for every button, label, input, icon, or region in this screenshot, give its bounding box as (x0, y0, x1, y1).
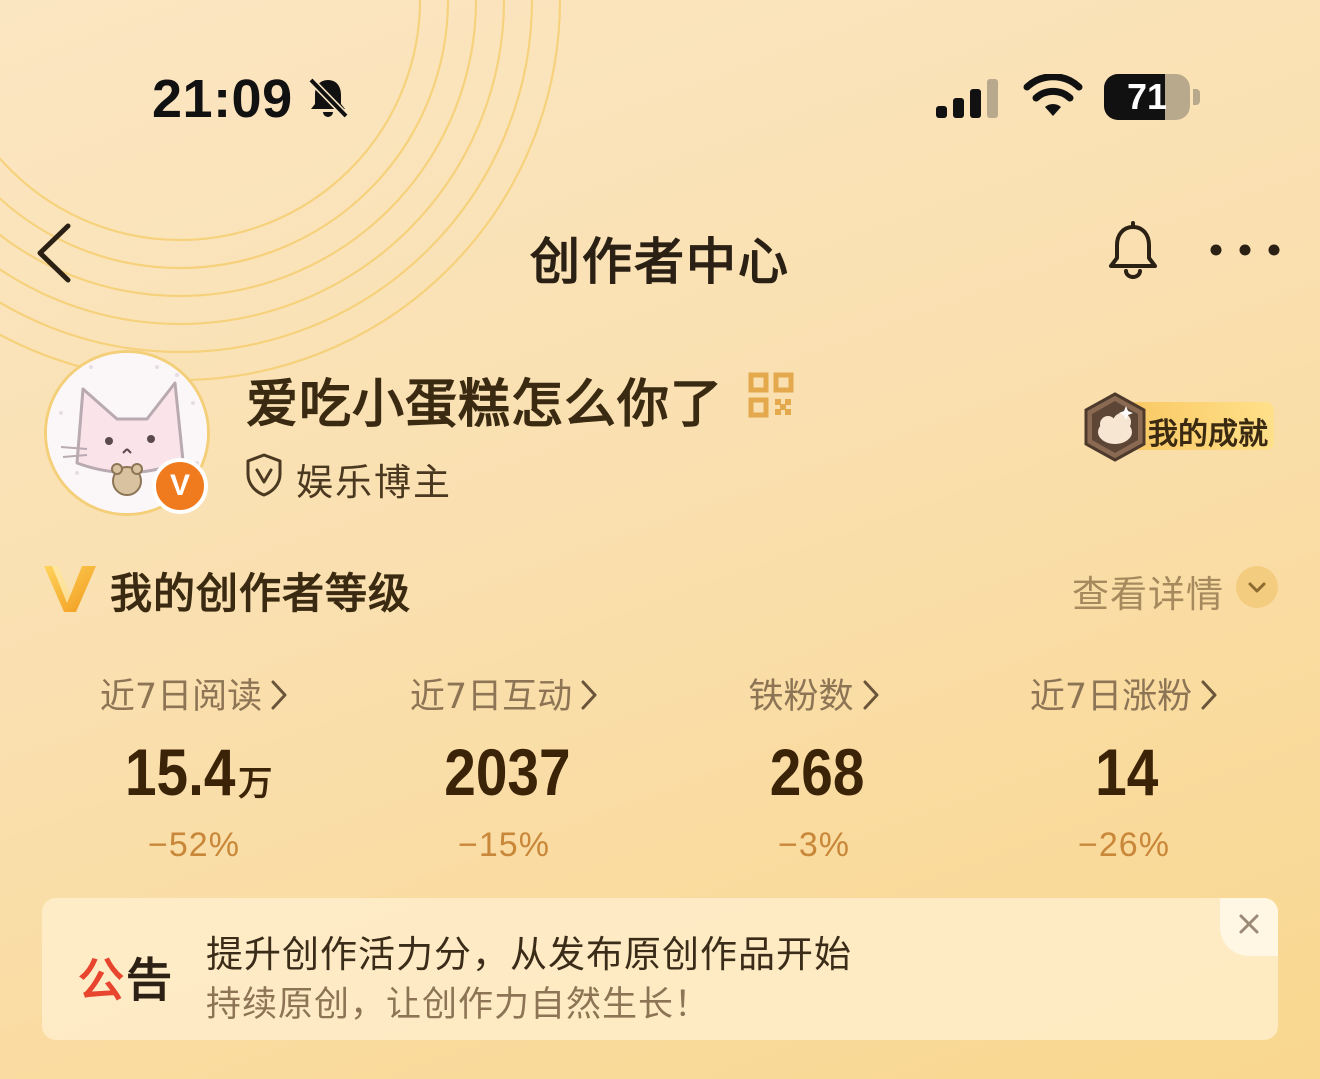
announcement-badge-part2: 告 (126, 953, 174, 1007)
chevron-right-icon (863, 680, 878, 710)
qr-code-icon[interactable] (748, 372, 794, 418)
stat-7day-reads[interactable]: 近7日阅读 15.4万 −52% (44, 668, 344, 865)
stat-unit: 万 (238, 764, 273, 804)
close-announcement-button[interactable] (1220, 898, 1278, 956)
more-options-button[interactable] (1208, 236, 1282, 264)
stat-value: 268 (769, 735, 865, 809)
stat-7day-new-fans[interactable]: 近7日涨粉 14 −26% (974, 668, 1274, 865)
status-time: 21:09 (152, 69, 293, 129)
stat-value: 15.4 (124, 735, 236, 809)
stat-change: −15% (458, 826, 550, 864)
user-name: 爱吃小蛋糕怎么你了 (246, 375, 724, 435)
stat-value: 14 (1095, 735, 1159, 809)
close-icon (1239, 914, 1259, 934)
achievement-label: 我的成就 (1148, 417, 1268, 452)
view-details-link[interactable]: 查看详情 (1072, 564, 1224, 618)
creator-level-title: 我的创作者等级 (110, 569, 412, 618)
chevron-right-icon (271, 680, 287, 710)
shield-v-icon (246, 453, 282, 497)
bell-off-icon (308, 77, 349, 119)
battery-indicator: 71 (1104, 74, 1200, 120)
creator-center-screen: 21:09 71 创作者中心 V 爱吃小蛋糕怎么你了 娱乐博主 我的成就 我的创… (0, 0, 1320, 1079)
stat-label: 铁粉数 (748, 677, 854, 717)
notification-bell-icon[interactable] (1102, 220, 1164, 282)
stat-value: 2037 (443, 735, 571, 809)
creator-level-v-icon (44, 566, 96, 612)
my-achievements-button[interactable]: 我的成就 (1080, 392, 1280, 462)
stat-label: 近7日涨粉 (1029, 677, 1193, 717)
stat-change: −26% (1078, 826, 1170, 864)
verified-v-badge: V (152, 458, 208, 514)
announcement-banner[interactable]: 公告 提升创作活力分，从发布原创作品开始 持续原创，让创作力自然生长！ (42, 898, 1278, 1040)
achievement-medal-icon (1084, 392, 1146, 462)
stat-label: 近7日互动 (409, 677, 573, 717)
stat-change: −52% (148, 826, 240, 864)
chevron-right-icon (1201, 680, 1217, 710)
stat-label: 近7日阅读 (99, 677, 263, 717)
announcement-subtext: 持续原创，让创作力自然生长！ (206, 985, 711, 1025)
announcement-badge: 公告 (78, 944, 174, 1010)
expand-details-button[interactable] (1236, 566, 1278, 608)
stat-7day-interactions[interactable]: 近7日互动 2037 −15% (354, 668, 654, 865)
stat-change: −3% (778, 826, 850, 864)
user-category-tag: 娱乐博主 (296, 461, 452, 504)
chevron-down-icon (1248, 582, 1266, 593)
chevron-right-icon (581, 680, 597, 710)
announcement-badge-part1: 公 (78, 953, 126, 1007)
cellular-signal-icon (936, 79, 998, 118)
battery-level: 71 (1126, 76, 1168, 117)
stat-iron-fans[interactable]: 铁粉数 268 −3% (664, 668, 964, 865)
announcement-headline: 提升创作活力分，从发布原创作品开始 (206, 933, 852, 976)
wifi-icon (1023, 74, 1083, 116)
